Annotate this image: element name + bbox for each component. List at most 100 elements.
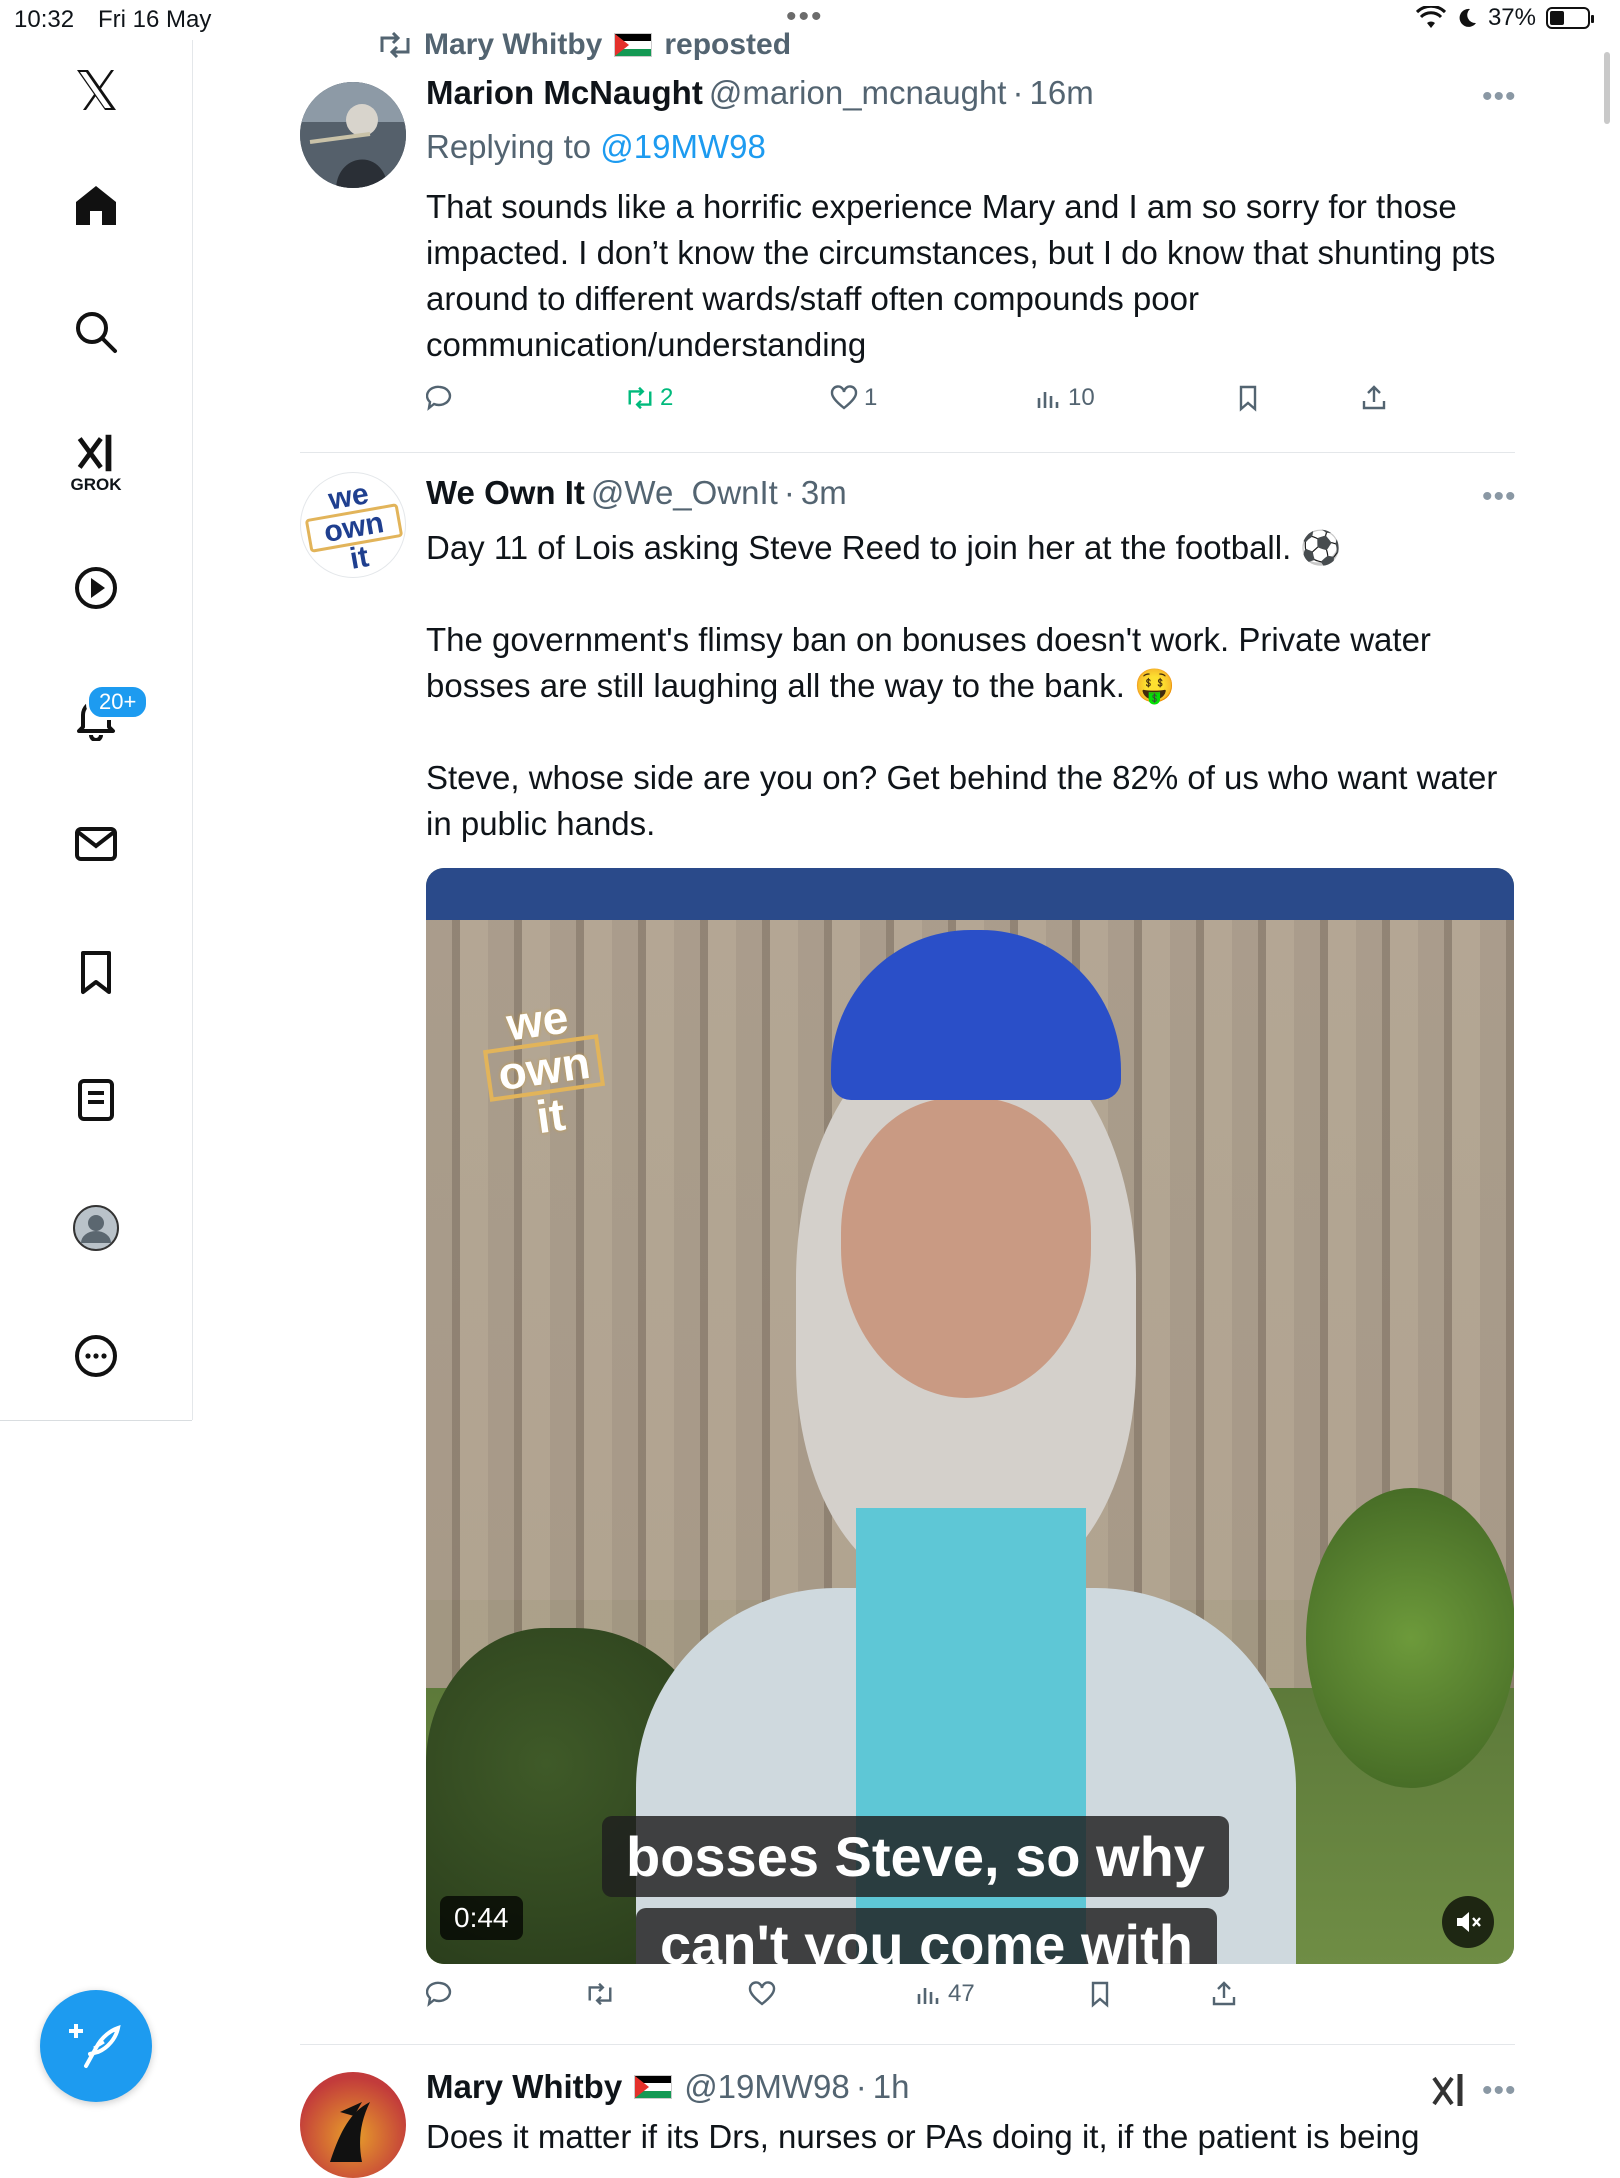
tweet-divider <box>300 2044 1515 2045</box>
palestine-flag-icon <box>634 2075 673 2099</box>
video-player[interactable]: we own it bosses Steve, so why can't you… <box>426 868 1514 1964</box>
repost-icon <box>380 32 410 58</box>
repost-button[interactable] <box>586 1980 614 2008</box>
bookmarks-icon[interactable] <box>66 942 126 1002</box>
repost-indicator: Mary Whitby reposted <box>378 28 791 62</box>
reply-icon <box>426 385 452 411</box>
views-button[interactable]: 47 <box>914 1980 975 2008</box>
video-tree-right <box>1306 1488 1514 1788</box>
grok-explain-icon[interactable] <box>1428 2070 1468 2110</box>
compose-feather-icon <box>69 2024 121 2068</box>
views-count: 47 <box>948 1980 975 2007</box>
reply-icon <box>426 1981 452 2007</box>
avatar[interactable] <box>300 2072 406 2178</box>
tweet-more-icon[interactable]: ••• <box>1482 80 1517 114</box>
replying-prefix: Replying to <box>426 128 592 165</box>
lists-icon[interactable] <box>66 1070 126 1130</box>
repost-count: 2 <box>660 384 674 411</box>
repost-button[interactable]: 2 <box>626 384 673 412</box>
scrollbar[interactable] <box>1604 52 1610 124</box>
tweet-time[interactable]: 1h <box>873 2068 910 2106</box>
avatar[interactable]: we own it <box>300 472 406 578</box>
tweet-text: That sounds like a horrific experience M… <box>426 188 1496 363</box>
replying-to-link[interactable]: @19MW98 <box>600 128 766 165</box>
battery-percent: 37% <box>1487 4 1536 31</box>
moon-icon <box>1459 8 1476 27</box>
mute-button[interactable] <box>1442 1896 1494 1948</box>
share-icon <box>1362 385 1386 410</box>
status-time: 10:32 <box>14 6 75 33</box>
bookmark-button[interactable] <box>1086 1980 1114 2008</box>
tweet-actions: 47 <box>426 1980 1486 2024</box>
status-date: Fri 16 May <box>98 6 212 33</box>
bookmark-button[interactable] <box>1234 384 1262 412</box>
grok-label: GROK <box>70 475 122 494</box>
tweet-more-icon[interactable]: ••• <box>1482 480 1517 514</box>
grok-nav-item[interactable]: GROK <box>66 420 126 504</box>
wifi-icon <box>1415 6 1446 28</box>
share-button[interactable] <box>1210 1980 1238 2008</box>
multitasking-dots-icon[interactable]: ••• <box>786 0 824 34</box>
tweet-body: That sounds like a horrific experience M… <box>426 184 1506 368</box>
views-button[interactable]: 10 <box>1034 384 1095 412</box>
bookmark-icon <box>1091 1981 1109 2008</box>
compose-post-button[interactable] <box>40 1990 152 2102</box>
replying-to: Replying to @19MW98 <box>426 128 766 166</box>
like-count: 1 <box>864 384 878 411</box>
repost-suffix: reposted <box>664 28 792 61</box>
like-button[interactable]: 1 <box>830 384 877 412</box>
author-name[interactable]: Mary Whitby <box>426 2068 622 2106</box>
video-caption-line: bosses Steve, so why <box>602 1816 1229 1897</box>
views-chart-icon <box>917 1988 939 2004</box>
video-watermark-logo: we own it <box>477 990 611 1146</box>
video-play-icon[interactable] <box>66 558 126 618</box>
messages-icon[interactable] <box>66 814 126 874</box>
home-icon[interactable] <box>66 175 126 235</box>
avatar[interactable] <box>300 82 406 188</box>
tweet-paragraph: Day 11 of Lois asking Steve Reed to join… <box>426 529 1342 566</box>
status-indicators: 37% <box>1415 4 1594 32</box>
palestine-flag-icon <box>614 33 653 57</box>
tweet-header: Marion McNaught @marion_mcnaught · 16m <box>426 74 1094 112</box>
tweet-paragraph: Steve, whose side are you on? Get behind… <box>426 759 1498 842</box>
video-duration: 0:44 <box>440 1896 523 1940</box>
tweet-header: Mary Whitby @19MW98 · 1h <box>426 2068 909 2106</box>
profile-avatar-icon[interactable] <box>66 1198 126 1258</box>
video-top-band <box>426 868 1514 920</box>
tweet-time[interactable]: 3m <box>801 474 847 512</box>
sidebar-divider <box>0 1420 192 1421</box>
search-icon[interactable] <box>66 302 126 362</box>
tweet-time[interactable]: 16m <box>1029 74 1093 112</box>
tweet-more-icon[interactable]: ••• <box>1482 2074 1517 2108</box>
author-handle[interactable]: @We_OwnIt <box>591 474 778 512</box>
reply-button[interactable] <box>426 384 454 412</box>
tweet-text: Does it matter if its Drs, nurses or PAs… <box>426 2118 1420 2155</box>
tweet-paragraph: The government's flimsy ban on bonuses d… <box>426 621 1431 704</box>
more-options-icon[interactable] <box>66 1326 126 1386</box>
author-name[interactable]: We Own It <box>426 474 585 512</box>
we-own-it-logo: we own it <box>301 476 405 577</box>
separator-dot: · <box>855 2068 867 2105</box>
video-caption-line: can't you come with <box>636 1908 1217 1964</box>
heart-icon <box>830 385 858 410</box>
like-button[interactable] <box>748 1980 776 2008</box>
views-count: 10 <box>1068 384 1095 411</box>
tweet-body: Does it matter if its Drs, nurses or PAs… <box>426 2114 1506 2160</box>
author-handle[interactable]: @19MW98 <box>684 2068 850 2106</box>
repost-icon <box>588 1982 612 2006</box>
tweet-body: Day 11 of Lois asking Steve Reed to join… <box>426 525 1506 847</box>
battery-icon <box>1546 7 1594 29</box>
heart-icon <box>748 1981 776 2006</box>
reply-button[interactable] <box>426 1980 454 2008</box>
separator-dot: · <box>1012 74 1024 111</box>
avatar-photo <box>300 82 406 188</box>
status-bar: 10:32 Fri 16 May ••• 37% <box>0 0 1620 40</box>
author-name[interactable]: Marion McNaught <box>426 74 703 112</box>
notifications-badge: 20+ <box>86 684 150 720</box>
share-button[interactable] <box>1360 384 1388 412</box>
tweet-actions: 2 1 10 <box>426 384 1486 428</box>
x-logo-icon[interactable] <box>66 60 126 120</box>
author-handle[interactable]: @marion_mcnaught <box>709 74 1007 112</box>
views-chart-icon <box>1037 392 1059 408</box>
repost-user[interactable]: Mary Whitby <box>424 28 602 62</box>
